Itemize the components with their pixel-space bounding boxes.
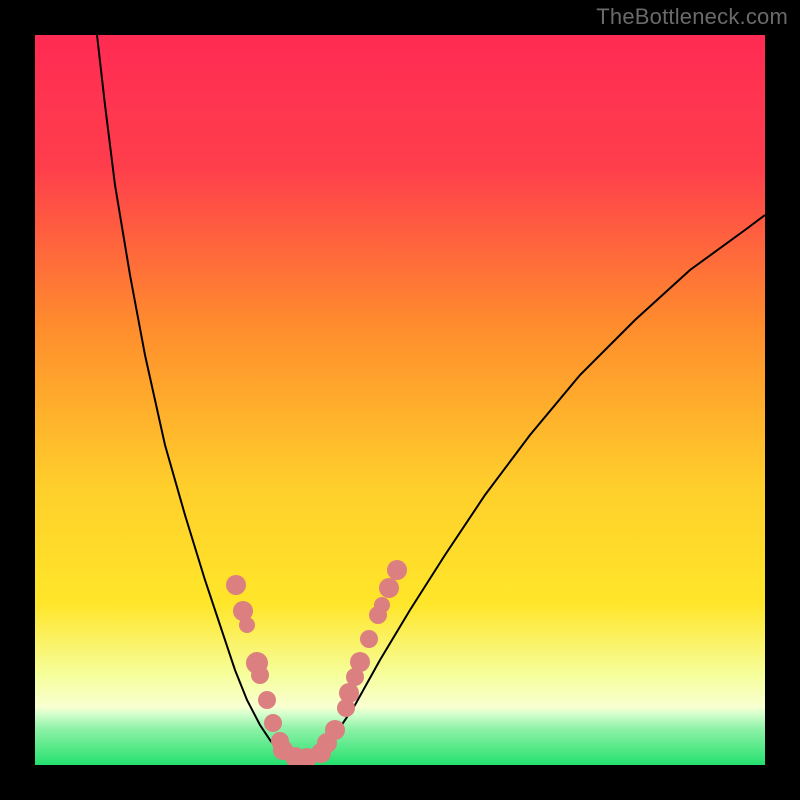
data-dot — [350, 652, 370, 672]
bottleneck-curve — [97, 35, 765, 761]
data-dot — [258, 691, 276, 709]
data-dot — [239, 617, 255, 633]
data-dot — [251, 666, 269, 684]
plot-area — [35, 35, 765, 765]
data-dot — [264, 714, 282, 732]
scatter-dots — [226, 560, 407, 765]
curve-layer — [35, 35, 765, 765]
data-dot — [379, 578, 399, 598]
data-dot — [360, 630, 378, 648]
data-dot — [339, 683, 359, 703]
outer-frame: TheBottleneck.com — [0, 0, 800, 800]
watermark-text: TheBottleneck.com — [596, 4, 788, 30]
data-dot — [325, 720, 345, 740]
data-dot — [226, 575, 246, 595]
data-dot — [374, 597, 390, 613]
data-dot — [387, 560, 407, 580]
